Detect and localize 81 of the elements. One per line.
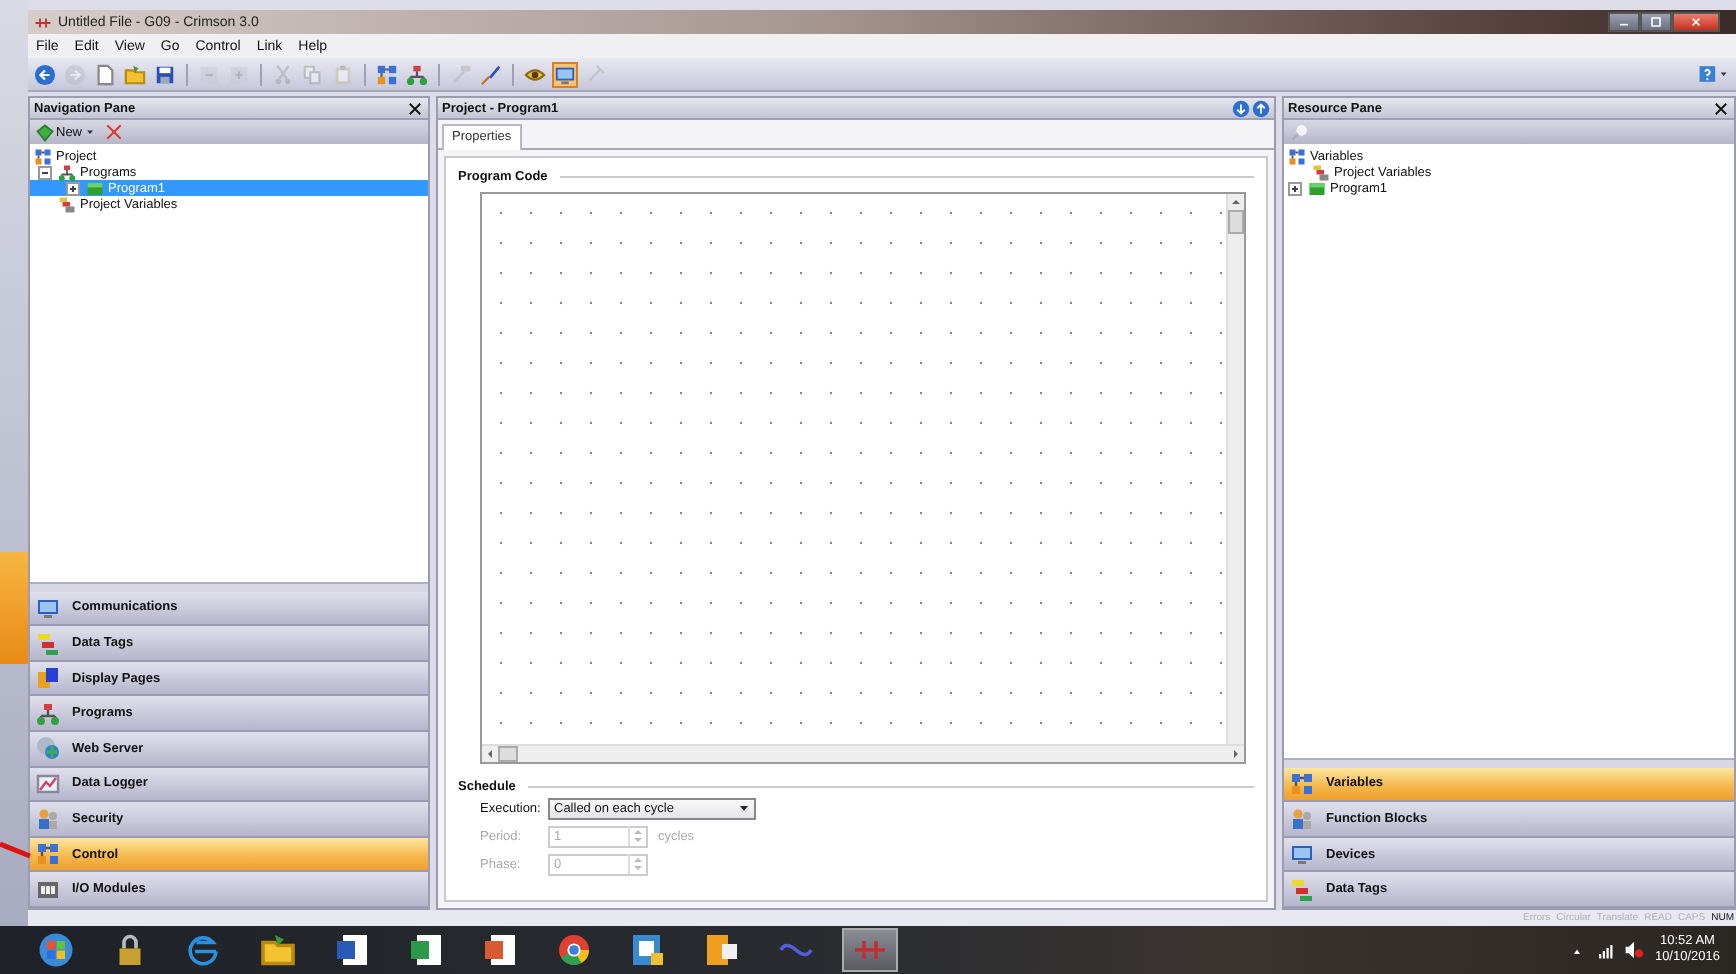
horizontal-scrollbar[interactable] <box>482 744 1244 762</box>
brush-icon <box>480 63 502 85</box>
delete-icon <box>104 122 125 142</box>
dropdown-caret-icon <box>736 800 752 816</box>
document-button[interactable] <box>92 61 118 87</box>
help-icon <box>1698 64 1717 84</box>
eye-icon <box>524 63 546 85</box>
globe-icon <box>36 736 60 761</box>
back-arrow-icon <box>34 63 56 85</box>
blocks-button[interactable] <box>374 61 400 87</box>
redo-icon <box>228 63 250 85</box>
maximize-button[interactable] <box>1640 12 1672 32</box>
start-icon <box>38 932 74 968</box>
folder-icon <box>124 63 146 85</box>
hierarchy-icon <box>36 701 60 726</box>
pages-icon <box>36 666 60 691</box>
chat-app-icon <box>630 932 666 968</box>
blocks-icon <box>34 147 52 165</box>
close-button[interactable] <box>1712 99 1730 117</box>
presentation-icon <box>482 932 518 968</box>
clipboard-icon <box>332 63 354 85</box>
back-arrow-button[interactable] <box>32 61 58 87</box>
expander-icon[interactable] <box>1288 181 1302 195</box>
hierarchy-icon <box>58 163 76 181</box>
close-icon <box>1712 99 1730 117</box>
copy-icon <box>302 63 324 85</box>
module-icon <box>36 877 60 902</box>
down-arrow-icon[interactable] <box>1232 99 1250 117</box>
browser-icon <box>186 932 222 968</box>
maximize-icon <box>1648 14 1664 30</box>
save-button[interactable] <box>152 61 178 87</box>
expander-icon[interactable] <box>38 165 52 179</box>
hierarchy-icon <box>406 63 428 85</box>
tags-icon <box>36 631 60 656</box>
scroll-up-icon[interactable] <box>1228 194 1244 210</box>
tags-icon <box>1290 877 1314 902</box>
scroll-thumb[interactable] <box>498 746 518 762</box>
up-arrow-icon[interactable] <box>1252 99 1270 117</box>
blocks-icon <box>1290 771 1314 796</box>
help-button[interactable] <box>1696 61 1732 87</box>
program-icon <box>1308 179 1326 197</box>
document-app-icon <box>334 932 370 968</box>
variables-icon <box>58 195 76 213</box>
caret-icon <box>1718 68 1730 80</box>
caret-icon <box>84 126 97 138</box>
variables-icon <box>1312 163 1330 181</box>
close-button[interactable] <box>406 99 424 117</box>
people-icon <box>36 807 60 832</box>
minimize-button[interactable] <box>1608 12 1640 32</box>
browser-logo-icon <box>556 932 592 968</box>
undo-icon <box>198 63 220 85</box>
pin-icon <box>584 63 606 85</box>
program-logo-icon <box>34 13 52 31</box>
monitor-icon <box>554 63 576 85</box>
hammer-icon <box>450 63 472 85</box>
mail-app-icon <box>704 932 740 968</box>
delete-button[interactable] <box>104 122 125 142</box>
close-icon <box>1688 14 1704 30</box>
monitor-icon <box>1290 842 1314 867</box>
speaker-icon[interactable] <box>1624 940 1645 960</box>
forward-arrow-icon <box>64 63 86 85</box>
vertical-scrollbar[interactable] <box>1226 194 1244 744</box>
monitor-button[interactable] <box>552 61 578 87</box>
blocks-icon <box>376 63 398 85</box>
spreadsheet-icon <box>408 932 444 968</box>
folder-icon <box>260 932 296 968</box>
blocks-icon <box>36 842 60 867</box>
expander-icon[interactable] <box>66 181 80 195</box>
monitor-icon <box>36 595 60 620</box>
scissors-icon <box>272 63 294 85</box>
hierarchy-button[interactable] <box>404 61 430 87</box>
chart-icon <box>36 771 60 796</box>
close-icon <box>406 99 424 117</box>
people-icon <box>1290 807 1314 832</box>
scroll-thumb[interactable] <box>1228 210 1244 234</box>
save-icon <box>154 63 176 85</box>
blocks-icon <box>1288 147 1306 165</box>
brush-button[interactable] <box>478 61 504 87</box>
document-icon <box>94 63 116 85</box>
program-icon <box>86 179 104 197</box>
signal-icon[interactable] <box>1596 941 1615 959</box>
